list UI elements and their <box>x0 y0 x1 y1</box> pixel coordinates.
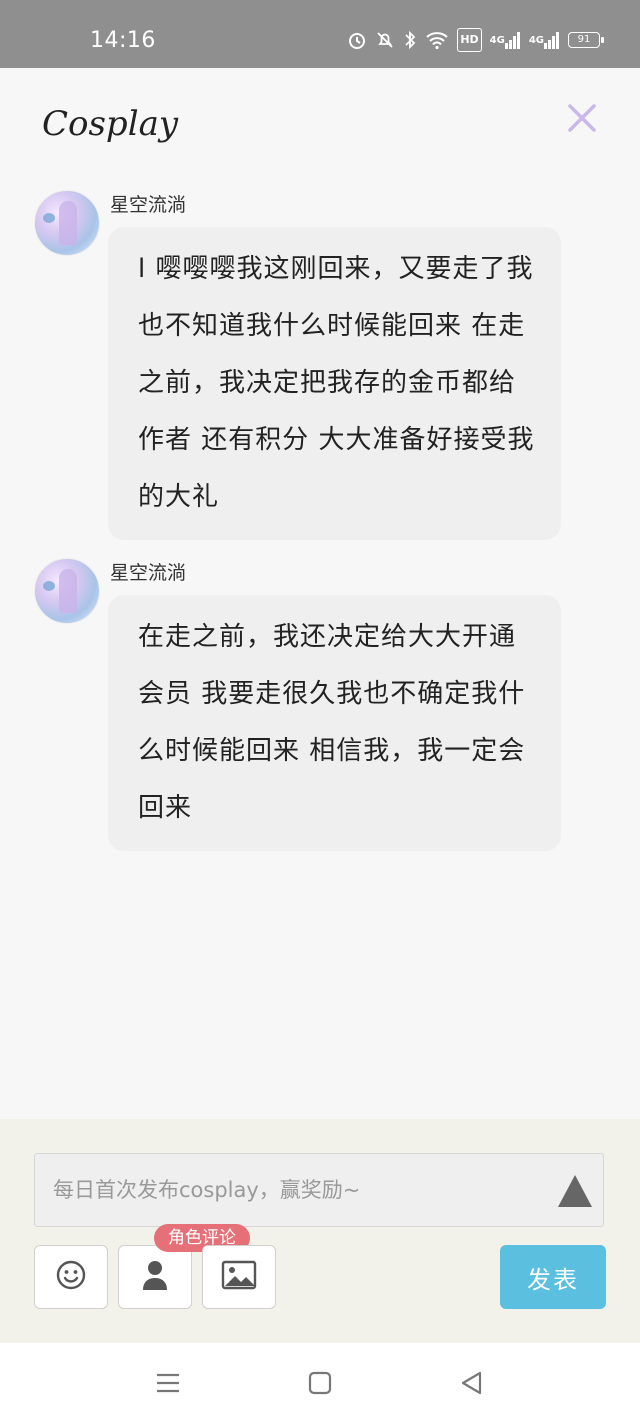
comment-item: 星空流淌 l 嘤嘤嘤我这刚回来，又要走了我也不知道我什么时候能回来 在走之前，我… <box>34 190 574 540</box>
battery-icon: 91 <box>568 32 604 48</box>
username[interactable]: 星空流淌 <box>110 190 186 217</box>
bluetooth-icon <box>403 29 417 51</box>
message-bubble: 在走之前，我还决定给大大开通会员 我要走很久我也不确定我什么时候能回来 相信我，… <box>108 595 561 851</box>
net-label-2: 4G <box>528 34 544 46</box>
status-icons: HD 4G 4G 91 <box>347 28 604 52</box>
message-bubble: l 嘤嘤嘤我这刚回来，又要走了我也不知道我什么时候能回来 在走之前，我决定把我存… <box>108 227 561 540</box>
close-icon[interactable] <box>562 98 602 138</box>
wifi-icon <box>425 29 449 51</box>
comment-input[interactable]: 每日首次发布cosplay，赢奖励~ <box>34 1153 604 1227</box>
image-icon <box>221 1260 257 1294</box>
comment-item: 星空流淌 在走之前，我还决定给大大开通会员 我要走很久我也不确定我什么时候能回来… <box>34 558 574 851</box>
avatar[interactable] <box>34 190 100 256</box>
status-time: 14:16 <box>90 28 156 53</box>
home-icon[interactable] <box>306 1369 334 1397</box>
emoji-button[interactable] <box>34 1245 108 1309</box>
page-title: Cosplay <box>42 104 179 144</box>
send-arrow-icon[interactable] <box>556 1171 594 1211</box>
composer: 每日首次发布cosplay，赢奖励~ 角色评论 发表 <box>0 1119 640 1343</box>
signal-icon: 4G <box>490 29 521 51</box>
person-icon <box>141 1259 169 1295</box>
status-bar: 14:16 HD 4G 4G 91 <box>0 0 640 68</box>
image-button[interactable] <box>202 1245 276 1309</box>
menu-icon[interactable] <box>154 1369 182 1397</box>
username[interactable]: 星空流淌 <box>110 558 186 585</box>
mute-icon <box>375 29 395 51</box>
emoji-icon <box>55 1259 87 1295</box>
net-label-1: 4G <box>489 34 505 46</box>
signal-icon-2: 4G <box>529 29 560 51</box>
post-button[interactable]: 发表 <box>500 1245 606 1309</box>
alarm-icon <box>347 29 367 51</box>
system-nav-bar <box>0 1343 640 1422</box>
hd-badge: HD <box>457 28 482 52</box>
back-icon[interactable] <box>458 1369 486 1397</box>
avatar[interactable] <box>34 558 100 624</box>
role-comment-button[interactable] <box>118 1245 192 1309</box>
